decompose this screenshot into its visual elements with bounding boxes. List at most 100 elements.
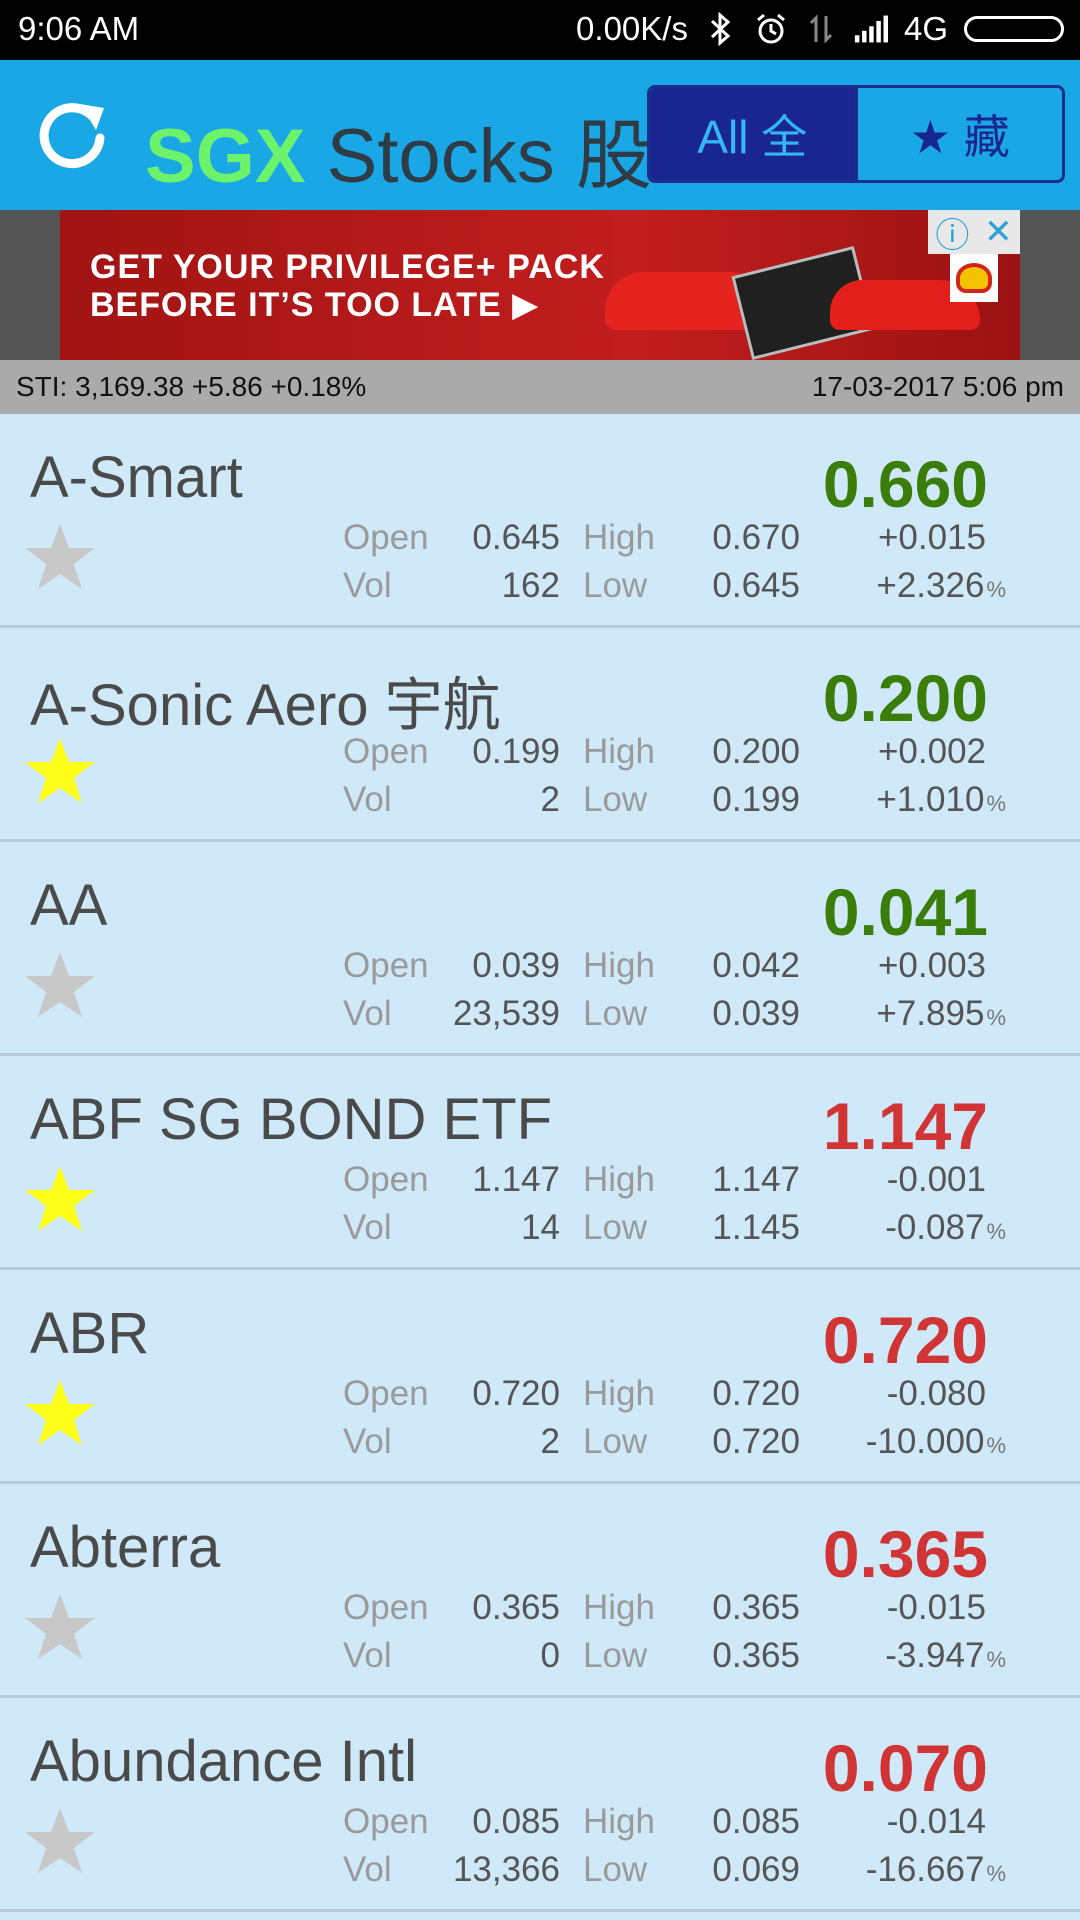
alarm-icon	[754, 11, 788, 47]
stock-row[interactable]: A-Smart 0.660 Open 0.645 High 0.670 +0.015 Vol 1…	[0, 414, 1080, 628]
refresh-button[interactable]	[34, 98, 112, 176]
vol-value: 2	[540, 780, 560, 819]
open-value: 0.085	[472, 1802, 560, 1841]
low-label: Low	[583, 1208, 648, 1247]
low-label: Low	[583, 1636, 648, 1675]
open-value: 0.199	[472, 732, 560, 771]
change-value: +0.015	[877, 518, 986, 557]
favorite-star-icon[interactable]	[22, 1804, 98, 1876]
stock-price: 0.720	[822, 1303, 988, 1377]
ad-banner-strip: GET YOUR PRIVILEGE+ PACK BEFORE IT’S TOO…	[0, 210, 1080, 360]
stock-name: ABR	[30, 1301, 150, 1366]
stock-price: 1.147	[822, 1089, 988, 1163]
percent-unit: %	[986, 1219, 1006, 1244]
high-value: 0.085	[712, 1802, 800, 1841]
ad-text: GET YOUR PRIVILEGE+ PACK BEFORE IT’S TOO…	[90, 248, 605, 324]
high-value: 0.365	[712, 1588, 800, 1627]
favorite-star-icon[interactable]	[22, 520, 98, 592]
low-value: 0.039	[712, 994, 800, 1033]
favorite-star-icon[interactable]	[22, 734, 98, 806]
sti-index: STI: 3,169.38 +5.86 +0.18%	[16, 371, 367, 402]
open-value: 1.147	[472, 1160, 560, 1199]
vol-label: Vol	[343, 780, 392, 819]
open-label: Open	[343, 518, 429, 557]
high-label: High	[583, 1588, 655, 1627]
high-value: 1.147	[712, 1160, 800, 1199]
open-label: Open	[343, 1802, 429, 1841]
change-percent: +1.010%	[876, 780, 1006, 820]
vol-label: Vol	[343, 1422, 392, 1461]
open-label: Open	[343, 732, 429, 771]
last-updated: 17-03-2017 5:06 pm	[811, 371, 1064, 402]
open-label: Open	[343, 1588, 429, 1627]
change-percent: -10.000%	[866, 1422, 1006, 1462]
app-title: SGX Stocks 股	[145, 94, 652, 204]
stock-row[interactable]: Abterra 0.365 Open 0.365 High 0.365 -0.015 Vol 0…	[0, 1484, 1080, 1698]
stock-price: 0.200	[822, 661, 988, 735]
percent-value: -16.667	[865, 1850, 985, 1889]
stock-name: A-Sonic Aero 宇航	[30, 673, 501, 738]
stock-row[interactable]: A-Sonic Aero 宇航 0.200 Open 0.199 High 0.200 +0…	[0, 628, 1080, 842]
high-label: High	[583, 946, 655, 985]
stock-price: 0.041	[822, 875, 988, 949]
percent-unit: %	[986, 1861, 1006, 1886]
low-label: Low	[583, 994, 648, 1033]
change-percent: -16.667%	[866, 1850, 1006, 1890]
battery-icon	[964, 16, 1064, 42]
open-value: 0.720	[472, 1374, 560, 1413]
change-percent: -3.947%	[885, 1636, 1006, 1676]
stock-row[interactable]: ABR 0.720 Open 0.720 High 0.720 -0.080 Vol 2 Low 0…	[0, 1270, 1080, 1484]
favorite-star-icon[interactable]	[22, 1590, 98, 1662]
shell-logo	[950, 254, 998, 302]
percent-value: +1.010	[876, 780, 985, 819]
open-value: 0.645	[472, 518, 560, 557]
app-bar: SGX Stocks 股 All 全 ★ 藏	[0, 60, 1080, 210]
info-icon[interactable]: ⓘ	[935, 210, 969, 257]
percent-unit: %	[986, 1647, 1006, 1672]
app-title-stocks: Stocks 股	[326, 114, 652, 199]
stock-row[interactable]: AA 0.041 Open 0.039 High 0.042 +0.003 Vol 23,539…	[0, 842, 1080, 1056]
favorite-star-icon[interactable]	[22, 1162, 98, 1234]
stock-name: A-Smart	[30, 445, 243, 510]
high-value: 0.200	[712, 732, 800, 771]
ad-banner[interactable]: GET YOUR PRIVILEGE+ PACK BEFORE IT’S TOO…	[60, 210, 1020, 360]
tab-favorites[interactable]: ★ 藏	[854, 88, 1062, 180]
low-value: 0.720	[712, 1422, 800, 1461]
high-value: 0.720	[712, 1374, 800, 1413]
percent-value: -10.000	[865, 1422, 985, 1461]
stock-row[interactable]: Abundance Intl 0.070 Open 0.085 High 0.085 -0.…	[0, 1698, 1080, 1912]
low-value: 0.069	[712, 1850, 800, 1889]
percent-value: +7.895	[876, 994, 985, 1033]
status-icons: 0.00K/s 4G	[576, 10, 1064, 48]
stock-price: 0.070	[822, 1731, 988, 1805]
percent-unit: %	[986, 1005, 1006, 1030]
close-icon[interactable]: ✕	[984, 212, 1013, 252]
tab-all[interactable]: All 全	[650, 88, 855, 180]
open-value: 0.365	[472, 1588, 560, 1627]
vol-value: 23,539	[452, 994, 560, 1033]
change-value: -0.080	[886, 1374, 986, 1413]
percent-value: +2.326	[876, 566, 985, 605]
status-bar: 9:06 AM 0.00K/s 4G	[0, 0, 1080, 60]
data-transfer-icon	[804, 11, 838, 47]
high-label: High	[583, 732, 655, 771]
stock-row[interactable]: ABF SG BOND ETF 1.147 Open 1.147 High 1.147 -0…	[0, 1056, 1080, 1270]
low-value: 0.365	[712, 1636, 800, 1675]
vol-value: 0	[540, 1636, 560, 1675]
high-value: 0.042	[712, 946, 800, 985]
vol-label: Vol	[343, 1208, 392, 1247]
vol-value: 2	[540, 1422, 560, 1461]
low-label: Low	[583, 780, 648, 819]
percent-value: -3.947	[885, 1636, 985, 1675]
low-value: 0.645	[712, 566, 800, 605]
favorite-star-icon[interactable]	[22, 1376, 98, 1448]
change-value: -0.014	[886, 1802, 986, 1841]
bluetooth-icon	[704, 11, 738, 47]
change-value: -0.015	[886, 1588, 986, 1627]
vol-value: 162	[501, 566, 560, 605]
filter-toggle: All 全 ★ 藏	[647, 85, 1065, 183]
ad-choices[interactable]: ⓘ ✕	[928, 210, 1020, 257]
vol-label: Vol	[343, 566, 392, 605]
stock-price: 0.660	[822, 447, 988, 521]
favorite-star-icon[interactable]	[22, 948, 98, 1020]
